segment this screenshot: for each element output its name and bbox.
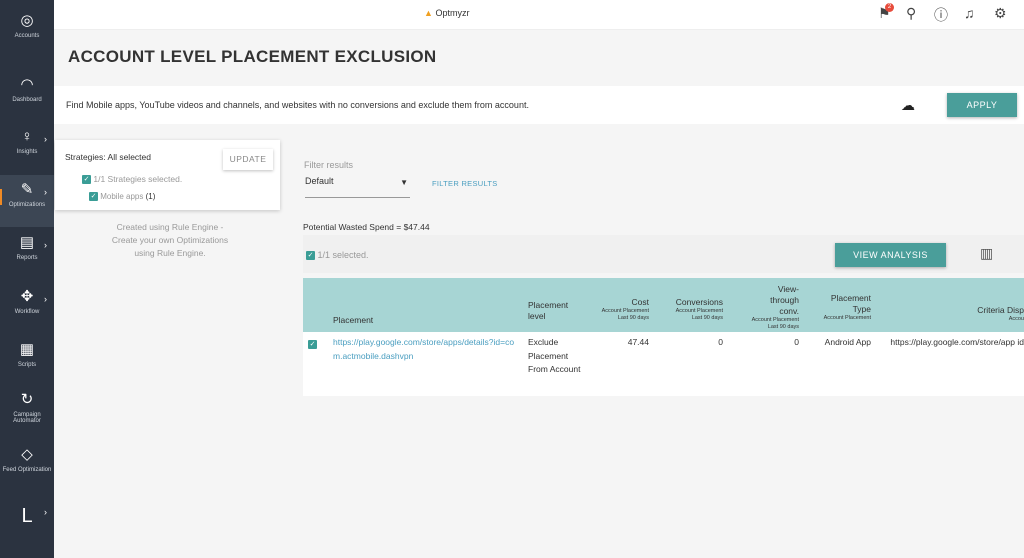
sidebar-item-optimizations[interactable]: ✎ Optimizations › bbox=[0, 175, 54, 227]
caret-down-icon: ▼ bbox=[400, 178, 408, 187]
table-row: ✓ https://play.google.com/store/apps/det… bbox=[303, 332, 1024, 396]
sidebar-item-reports[interactable]: ▤ Reports › bbox=[0, 228, 54, 280]
help-icon[interactable]: ⓘ bbox=[934, 5, 948, 25]
column-placement-type[interactable]: Placement Type Account Placement bbox=[803, 293, 871, 322]
checkbox-checked[interactable]: ✓ bbox=[82, 175, 91, 185]
sidebar-item-scripts[interactable]: ▦ Scripts bbox=[0, 335, 54, 387]
columns-icon[interactable]: ▥ bbox=[980, 245, 993, 262]
chevron-right-icon: › bbox=[44, 187, 47, 197]
gear-icon[interactable]: ⚙ bbox=[994, 5, 1007, 22]
sidebar-item-workflow[interactable]: ✥ Workflow › bbox=[0, 282, 54, 334]
sidebar: ◎ Accounts ◠ Dashboard ♀ Insights › ✎ Optimizati… bbox=[0, 0, 54, 558]
checkbox-checked[interactable]: ✓ bbox=[306, 251, 315, 261]
column-view-through[interactable]: View-through conv. Account Placement Last … bbox=[731, 284, 799, 331]
sidebar-item-label: Reports bbox=[16, 255, 38, 261]
criteria-display-value: https://play.google.com/store/app id=com… bbox=[890, 337, 1024, 347]
search-icon[interactable]: ⚲ bbox=[906, 5, 916, 22]
sidebar-item-label: Accounts bbox=[14, 33, 40, 39]
chevron-right-icon: › bbox=[44, 134, 47, 144]
top-bar: ▲ Optmyzr ⚑ 2 ⚲ ⓘ ♫ ⚙ bbox=[54, 0, 1024, 30]
sidebar-item-label: Dashboard bbox=[12, 97, 42, 103]
cloud-download-icon[interactable]: ☁ bbox=[901, 97, 915, 114]
filter-select[interactable]: Default ▼ bbox=[305, 176, 410, 198]
column-cost[interactable]: Cost Account Placement Last 90 days bbox=[583, 297, 649, 322]
chevron-right-icon: › bbox=[44, 294, 47, 304]
sidebar-item-feed-optimization[interactable]: ◇ Feed Optimization bbox=[0, 440, 54, 492]
rule-engine-note: Created using Rule Engine - Create your … bbox=[111, 222, 229, 258]
sidebar-item-label: Feed Optimization bbox=[2, 467, 52, 473]
strategies-title: Strategies: All selected bbox=[65, 152, 151, 162]
sidebar-item-label: Optimizations bbox=[8, 202, 46, 208]
bell-icon[interactable]: ♫ bbox=[964, 5, 975, 21]
view-through-value: 0 bbox=[794, 337, 799, 347]
chevron-right-icon: › bbox=[44, 240, 47, 250]
scripts-icon: ▦ bbox=[19, 341, 35, 358]
tag-icon: ◇ bbox=[21, 446, 33, 463]
notification-badge: 2 bbox=[885, 3, 894, 12]
sidebar-item-label: Campaign Automator bbox=[13, 412, 41, 424]
sidebar-item-label: Insights bbox=[16, 149, 38, 155]
automator-icon: ↻ bbox=[20, 391, 34, 408]
strategy-mobile-apps[interactable]: ✓ Mobile apps (1) bbox=[89, 192, 155, 202]
sidebar-item-label: Workflow bbox=[14, 309, 40, 315]
accounts-icon: ◎ bbox=[20, 12, 34, 29]
column-placement[interactable]: Placement bbox=[333, 315, 373, 326]
placement-level: Exclude Placement From Account bbox=[528, 337, 581, 374]
potential-wasted-spend: Potential Wasted Spend = $47.44 bbox=[303, 222, 430, 232]
optmyzr-logo[interactable]: ▲ Optmyzr bbox=[424, 8, 469, 18]
strategies-selected-row[interactable]: ✓ 1/1 Strategies selected. bbox=[82, 174, 182, 185]
sidebar-item-campaign-automator[interactable]: ↻ Campaign Automator bbox=[0, 385, 54, 437]
page-title: ACCOUNT LEVEL PLACEMENT EXCLUSION bbox=[68, 47, 437, 66]
filter-results-button[interactable]: FILTER RESULTS bbox=[432, 179, 498, 188]
apply-button[interactable]: APPLY bbox=[947, 93, 1017, 117]
gauge-icon: ◠ bbox=[20, 76, 34, 93]
table-header: Placement Placement level Cost Account Pl… bbox=[303, 278, 1024, 332]
placement-link[interactable]: https://play.google.com/store/apps/detai… bbox=[333, 336, 523, 363]
filter-label: Filter results bbox=[304, 160, 354, 170]
column-conversions[interactable]: Conversions Account Placement Last 90 days bbox=[655, 297, 723, 322]
chevron-right-icon: › bbox=[44, 507, 47, 517]
update-button[interactable]: UPDATE bbox=[223, 149, 273, 170]
checkbox-checked[interactable]: ✓ bbox=[89, 192, 98, 202]
sidebar-item-dashboard[interactable]: ◠ Dashboard bbox=[0, 70, 54, 122]
column-placement-level[interactable]: Placement level bbox=[528, 300, 578, 322]
sidebar-item-label: Scripts bbox=[17, 362, 37, 368]
page-description: Find Mobile apps, YouTube videos and cha… bbox=[66, 100, 529, 110]
select-all-row[interactable]: ✓ 1/1 selected. bbox=[306, 250, 369, 261]
conversions-value: 0 bbox=[718, 337, 723, 347]
sidebar-item-insights[interactable]: ♀ Insights › bbox=[0, 122, 54, 174]
cost-value: 47.44 bbox=[627, 337, 649, 347]
column-criteria-display[interactable]: Criteria Disp Accou bbox=[923, 305, 1024, 323]
sidebar-item-accounts[interactable]: ◎ Accounts bbox=[0, 0, 54, 52]
row-checkbox[interactable]: ✓ bbox=[308, 340, 317, 349]
placement-type-value: Android App bbox=[824, 337, 871, 347]
view-analysis-button[interactable]: VIEW ANALYSIS bbox=[835, 243, 946, 267]
sidebar-item-user[interactable]: L › bbox=[0, 495, 54, 547]
strategies-panel: Strategies: All selected UPDATE ✓ 1/1 St… bbox=[55, 140, 280, 210]
